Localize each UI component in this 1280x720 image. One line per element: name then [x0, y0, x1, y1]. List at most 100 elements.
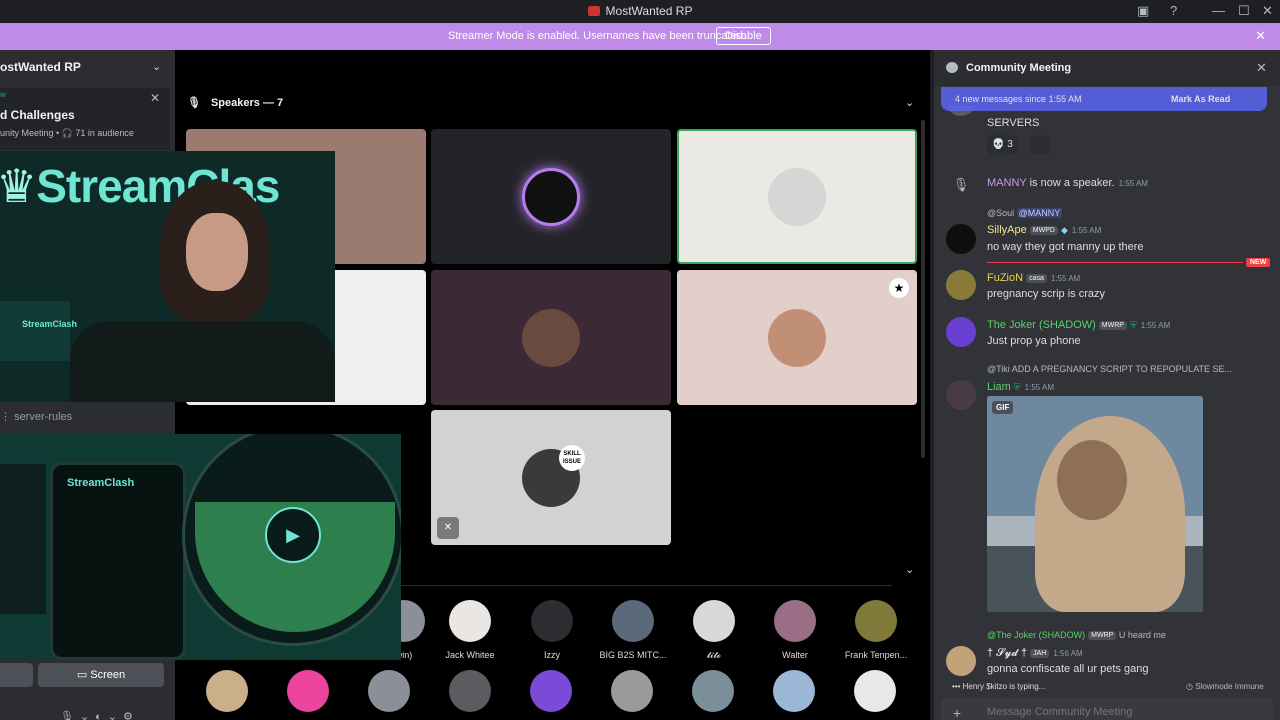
avatar[interactable]: [946, 270, 976, 300]
audience-avatar[interactable]: [773, 670, 815, 712]
audience-name: Frank Tenpen...: [844, 650, 908, 660]
audience-name: 𝓽𝓲𝓽𝓸: [706, 650, 722, 660]
maximize-button[interactable]: ☐: [1238, 3, 1250, 19]
avatar: [522, 167, 580, 226]
message-list[interactable]: SERVERS 💀 3 🎙 MANNY is now a speaker. 1:5…: [934, 106, 1280, 696]
voice-controls[interactable]: 🎙⌄◐⌄⚙: [60, 710, 139, 720]
collapse-audience-icon[interactable]: ⌄: [905, 563, 914, 576]
audience-avatar[interactable]: [287, 670, 329, 712]
camera-button[interactable]: [0, 663, 33, 687]
live-indicator: w: [0, 90, 6, 99]
minimize-button[interactable]: —: [1212, 3, 1225, 18]
chat-panel: Community Meeting ✕ SERVERS 💀 3 🎙 MANNY …: [934, 50, 1280, 720]
speaker-tile[interactable]: [431, 270, 671, 405]
role-tag: JAH: [1030, 649, 1050, 658]
avatar: [522, 308, 580, 367]
message-header: The Joker (SHADOW) MWRP ⛨ 1:55 AM: [987, 319, 1170, 331]
disable-button[interactable]: Disable: [716, 27, 771, 45]
audience-member[interactable]: 𝓽𝓲𝓽𝓸: [673, 600, 755, 661]
audience-avatar[interactable]: [854, 670, 896, 712]
skull-reaction[interactable]: 💀 3: [987, 135, 1018, 155]
window-title-text: MostWanted RP: [605, 4, 693, 18]
message-text: gonna confiscate all ur pets gang: [987, 663, 1149, 675]
avatar: [693, 600, 735, 642]
audience-member[interactable]: Frank Tenpen...: [835, 600, 917, 660]
muted-mic-icon: ✕: [437, 517, 459, 539]
audience-name: Jack Whitee: [445, 650, 495, 660]
audience-member[interactable]: Jack Whitee: [429, 600, 511, 660]
channel-server-rules[interactable]: ⋮ server-rules: [0, 410, 72, 423]
mark-as-read-button[interactable]: Mark As Read: [1171, 94, 1230, 104]
username[interactable]: The Joker (SHADOW): [987, 319, 1096, 331]
reply-mention: @MANNY: [1016, 208, 1063, 218]
speaker-tile[interactable]: ★: [677, 270, 917, 405]
help-icon[interactable]: ?: [1170, 3, 1177, 18]
speakers-label: Speakers — 7: [210, 97, 284, 109]
inbox-icon[interactable]: ▣: [1137, 3, 1149, 19]
audience-member[interactable]: BIG B2S MITC...: [592, 600, 674, 660]
role-tag: casa: [1026, 274, 1047, 283]
reply-preview[interactable]: @Soul @MANNY: [987, 208, 1063, 218]
timestamp: 1:55 AM: [1140, 321, 1171, 330]
reply-user: @Soul: [987, 208, 1015, 218]
speaker-tile[interactable]: [431, 129, 671, 264]
timestamp: 1:55 AM: [1050, 274, 1081, 283]
new-messages-bar[interactable]: 4 new messages since 1:55 AM Mark As Rea…: [941, 87, 1267, 111]
audience-member[interactable]: Izzy: [511, 600, 593, 660]
slowmode-status: ◷ Slowmode Immune: [1186, 682, 1264, 691]
speaker-tile-speaking[interactable]: [677, 129, 917, 264]
avatar[interactable]: [946, 380, 976, 410]
reply-tag: MWRP: [1088, 631, 1117, 640]
audience-avatar[interactable]: [368, 670, 410, 712]
message-input[interactable]: [987, 706, 1217, 718]
decor-box: [0, 464, 46, 614]
timestamp: 1:56 AM: [1053, 649, 1083, 658]
add-reaction-icon[interactable]: [1030, 135, 1050, 155]
new-pill: NEW: [1246, 258, 1271, 267]
reply-preview[interactable]: @The Joker (SHADOW) MWRP U heard me: [987, 630, 1166, 640]
monkey-face: [1057, 440, 1127, 520]
collapse-speakers-icon[interactable]: ⌄: [905, 96, 914, 109]
event-name: d Challenges: [0, 108, 75, 122]
chat-bubble-icon: [946, 62, 958, 73]
audience-avatar[interactable]: [449, 670, 491, 712]
speaker-tile[interactable]: SKILL ISSUE ✕: [431, 410, 671, 545]
username[interactable]: SillyApe: [987, 224, 1027, 236]
message-text: no way they got manny up there: [987, 241, 1144, 253]
message-composer[interactable]: +: [941, 698, 1273, 720]
audience-avatar[interactable]: [692, 670, 734, 712]
stage-event-card[interactable]: w d Challenges unity Meeting • 🎧 71 in a…: [0, 88, 170, 150]
scrollbar[interactable]: [921, 120, 925, 458]
role-tag: MWRP: [1098, 321, 1127, 330]
close-banner-icon[interactable]: ✕: [1255, 28, 1266, 44]
server-name[interactable]: ostWanted RP: [0, 60, 81, 74]
gif-attachment[interactable]: GIF: [987, 396, 1203, 612]
username[interactable]: FuZioN: [987, 272, 1023, 284]
avatar[interactable]: [946, 224, 976, 254]
avatar[interactable]: [946, 646, 976, 676]
audience-avatar[interactable]: [530, 670, 572, 712]
close-window-button[interactable]: ✕: [1262, 3, 1273, 19]
gif-label: GIF: [992, 401, 1014, 414]
close-chat-icon[interactable]: ✕: [1256, 60, 1267, 76]
avatar[interactable]: [946, 317, 976, 347]
username[interactable]: † 𝓢𝔂𝓭 †: [987, 647, 1027, 659]
play-icon: ▶: [265, 507, 321, 563]
audience-avatar[interactable]: [206, 670, 248, 712]
chat-header: Community Meeting ✕: [934, 50, 1280, 86]
chevron-down-icon[interactable]: ⌄: [152, 60, 161, 73]
reply-preview[interactable]: @Tiki ADD A PREGNANCY SCRIPT TO REPOPULA…: [987, 364, 1232, 374]
avatar: [774, 600, 816, 642]
message-header: FuZioN casa 1:55 AM: [987, 272, 1080, 284]
system-username[interactable]: MANNY: [987, 177, 1027, 189]
audience-member[interactable]: Walter: [754, 600, 836, 660]
audience-avatar[interactable]: [611, 670, 653, 712]
new-messages-divider: [987, 262, 1243, 263]
screen-icon: ▭: [76, 669, 91, 681]
app-logo-icon: [587, 6, 600, 16]
screen-share-button[interactable]: ▭ Screen: [38, 663, 164, 687]
title-bar: MostWanted RP ▣ ? — ☐ ✕: [0, 0, 1280, 23]
username[interactable]: Liam: [987, 381, 1011, 393]
close-icon[interactable]: ✕: [150, 91, 160, 105]
add-attachment-icon[interactable]: +: [953, 705, 961, 720]
